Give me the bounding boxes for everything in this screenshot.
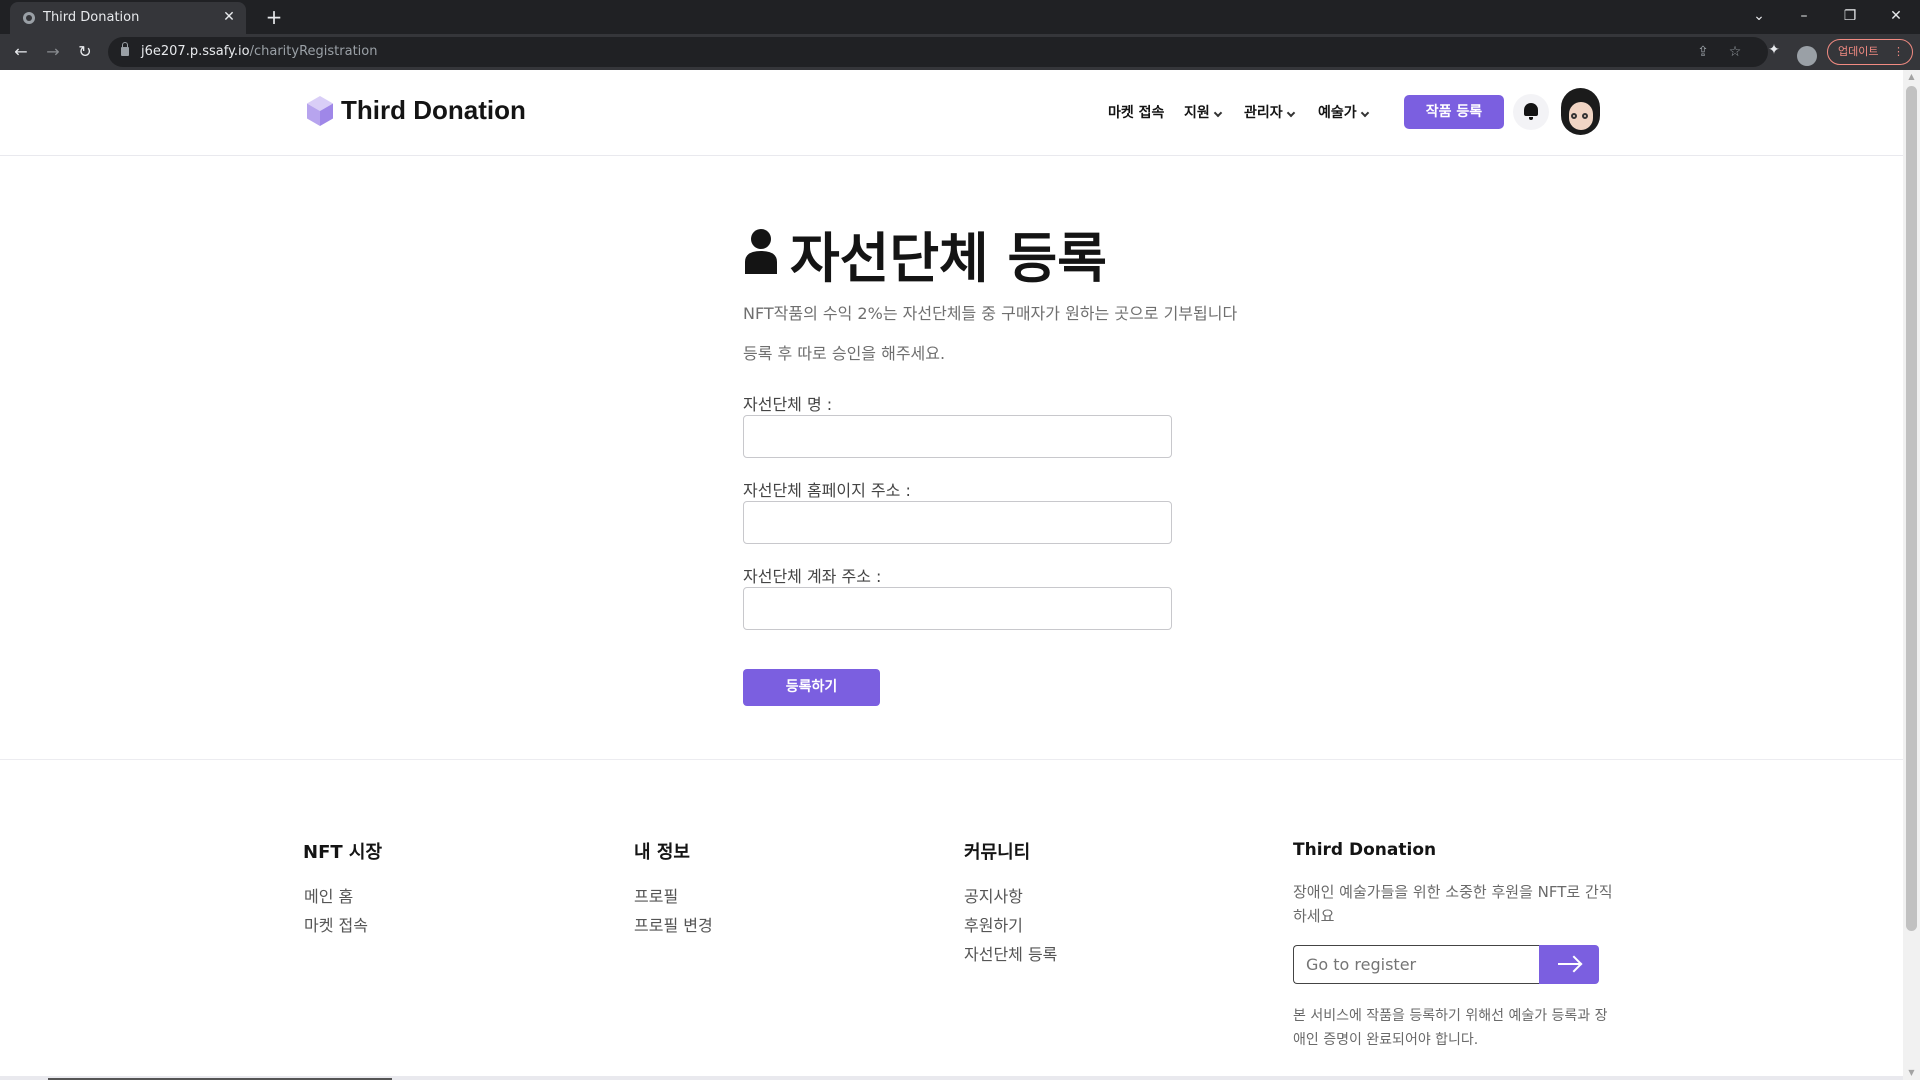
lock-icon — [121, 42, 129, 56]
puzzle-icon[interactable]: ✦ — [1764, 40, 1784, 60]
tab-close-icon[interactable]: ✕ — [220, 8, 238, 26]
charity-homepage-input[interactable] — [743, 501, 1172, 544]
browser-tab[interactable]: Third Donation ✕ — [10, 2, 246, 34]
address-bar[interactable]: j6e207.p.ssafy.io/charityRegistration ⇪ … — [108, 37, 1768, 67]
footer-link-donate[interactable]: 후원하기 — [964, 912, 1023, 936]
scroll-up-icon[interactable]: ▲ — [1903, 70, 1920, 84]
close-window-button[interactable]: ✕ — [1884, 4, 1908, 28]
footer-link-charity-register[interactable]: 자선단체 등록 — [964, 941, 1057, 965]
bell-icon — [1524, 103, 1538, 120]
forward-button[interactable]: → — [41, 40, 65, 64]
bookmark-star-icon[interactable]: ☆ — [1725, 42, 1745, 62]
tab-title: Third Donation — [43, 10, 140, 25]
browser-toolbar: ← → ↻ j6e207.p.ssafy.io/charityRegistrat… — [0, 34, 1920, 70]
description-line-1: NFT작품의 수익 2%는 자선단체들 중 구매자가 원하는 곳으로 기부됩니다 — [743, 304, 1238, 323]
restore-button[interactable]: ❐ — [1838, 4, 1862, 28]
share-icon[interactable]: ⇪ — [1693, 42, 1713, 62]
register-artwork-button[interactable]: 작품 등록 — [1404, 95, 1504, 129]
browser-profile-icon[interactable] — [1797, 46, 1817, 66]
avatar-glasses — [1582, 113, 1588, 119]
update-label: 업데이트 — [1838, 45, 1879, 58]
logo-cube-icon[interactable] — [306, 95, 334, 127]
browser-tabbar: Third Donation ✕ + ⌄ – ❐ ✕ — [0, 0, 1920, 34]
tab-search-icon[interactable]: ⌄ — [1747, 4, 1771, 28]
page-scrollbar[interactable]: ▲ ▼ — [1903, 70, 1920, 1080]
nav-support[interactable]: 지원 — [1184, 102, 1223, 122]
charity-name-label: 자선단체 명 : — [743, 395, 833, 414]
avatar-glasses — [1571, 113, 1577, 119]
avatar[interactable] — [1561, 88, 1600, 135]
chevron-down-icon — [1286, 108, 1295, 118]
chevron-down-icon — [1360, 108, 1369, 118]
register-input[interactable] — [1293, 945, 1540, 984]
footer-link-profile-edit[interactable]: 프로필 변경 — [634, 912, 713, 936]
charity-homepage-label: 자선단체 홈페이지 주소 : — [743, 481, 911, 500]
user-icon — [745, 229, 777, 274]
page-title: 자선단체 등록 — [790, 227, 1107, 290]
nav-artist[interactable]: 예술가 — [1318, 102, 1369, 122]
chevron-down-icon — [1213, 108, 1223, 118]
footer-divider — [0, 759, 1903, 760]
minimize-button[interactable]: – — [1792, 4, 1816, 28]
footer-link-profile[interactable]: 프로필 — [634, 883, 678, 907]
nav-market[interactable]: 마켓 접속 — [1108, 102, 1164, 122]
new-tab-button[interactable]: + — [262, 5, 286, 29]
footer-heading-community: 커뮤니티 — [964, 842, 1031, 863]
scroll-thumb[interactable] — [1906, 86, 1917, 931]
site-header: Third Donation 마켓 접속 지원 관리자 예술가 작품 등록 — [0, 70, 1903, 156]
footer-brand-text: 장애인 예술가들을 위한 소중한 후원을 NFT로 간직하세요 — [1293, 883, 1613, 925]
description-line-2: 등록 후 따로 승인을 해주세요. — [743, 344, 946, 363]
footer-heading-market: NFT 시장 — [303, 842, 383, 863]
notification-button[interactable] — [1513, 94, 1549, 130]
footer-heading-my-info: 내 정보 — [634, 842, 690, 863]
submit-button[interactable]: 등록하기 — [743, 669, 880, 706]
url-text: j6e207.p.ssafy.io/charityRegistration — [141, 44, 378, 59]
register-go-button[interactable] — [1539, 945, 1599, 984]
back-button[interactable]: ← — [9, 40, 33, 64]
footer-link-notice[interactable]: 공지사항 — [964, 883, 1023, 907]
arrow-right-icon — [1558, 963, 1580, 965]
charity-account-input[interactable] — [743, 587, 1172, 630]
footer-heading-brand: Third Donation — [1293, 840, 1437, 860]
nav-admin[interactable]: 관리자 — [1244, 102, 1295, 122]
reload-button[interactable]: ↻ — [73, 40, 97, 64]
footer-link-market[interactable]: 마켓 접속 — [304, 912, 368, 936]
footer-note: 본 서비스에 작품을 등록하기 위해선 예술가 등록과 장애인 증명이 완료되어… — [1293, 1008, 1608, 1048]
scroll-down-icon[interactable]: ▼ — [1903, 1066, 1920, 1080]
footer-link-main-home[interactable]: 메인 홈 — [304, 883, 353, 907]
site-logo[interactable]: Third Donation — [341, 95, 526, 126]
charity-account-label: 자선단체 계좌 주소 : — [743, 567, 882, 586]
charity-name-input[interactable] — [743, 415, 1172, 458]
favicon-icon — [23, 12, 35, 24]
update-button[interactable]: 업데이트 ⋮ — [1827, 39, 1913, 65]
menu-dots-icon[interactable]: ⋮ — [1893, 40, 1904, 64]
